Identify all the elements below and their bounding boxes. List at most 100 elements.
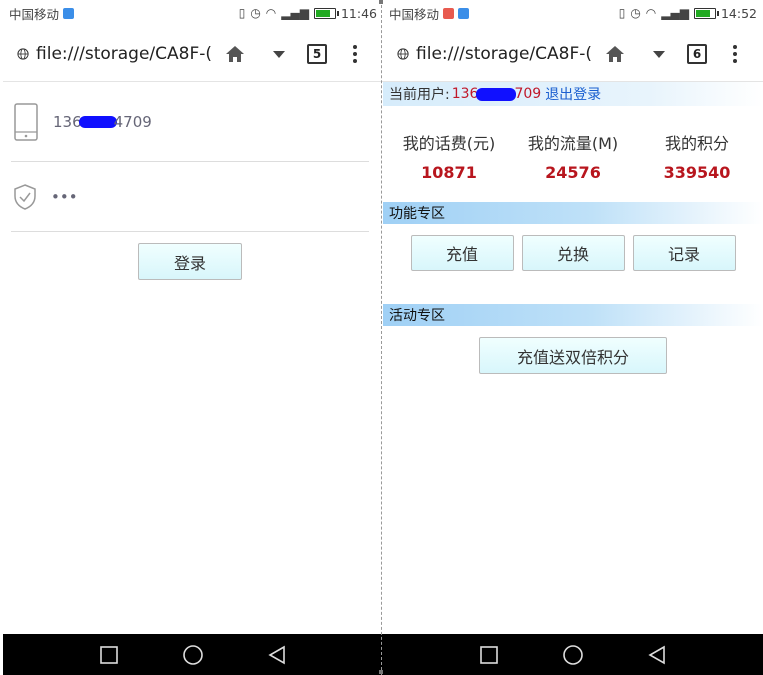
dropdown-button[interactable] bbox=[643, 38, 675, 70]
status-bar: 中国移动 ▯ ◷ ◠ ▂▄▆ 11:46 bbox=[3, 0, 383, 26]
home-icon bbox=[606, 45, 624, 62]
logout-link[interactable]: 退出登录 bbox=[545, 84, 601, 104]
home-icon bbox=[226, 45, 244, 62]
stat-label: 我的话费(元) bbox=[402, 134, 496, 153]
promo-row: 充值送双倍积分 bbox=[383, 326, 763, 374]
dropdown-button[interactable] bbox=[263, 38, 295, 70]
status-bar: 中国移动 ▯ ◷ ◠ ▂▄▆ 14:52 bbox=[383, 0, 763, 26]
battery-icon bbox=[313, 7, 339, 19]
carrier-name: 中国移动 bbox=[9, 6, 60, 22]
stat-label: 我的积分 bbox=[664, 134, 729, 153]
clock: 11:46 bbox=[340, 5, 377, 21]
nav-home-button[interactable] bbox=[562, 644, 584, 666]
address-bar[interactable]: file:///storage/CA8F-( bbox=[397, 44, 592, 64]
more-icon bbox=[353, 44, 357, 63]
phone-device-icon bbox=[14, 102, 38, 141]
stat-value: 10871 bbox=[421, 163, 477, 182]
stat-balance: 我的话费(元) 10871 bbox=[389, 130, 509, 182]
clock: 14:52 bbox=[720, 5, 757, 21]
account-stats: 我的话费(元) 10871 我的流量(M) 24576 我的积分 339540 bbox=[383, 106, 763, 182]
activity-section-header: 活动专区 bbox=[383, 304, 763, 326]
carrier: 中国移动 bbox=[9, 4, 75, 23]
wifi-icon: ◠ bbox=[645, 6, 657, 20]
double-points-promo-button[interactable]: 充值送双倍积分 bbox=[479, 337, 667, 374]
menu-button[interactable] bbox=[339, 38, 371, 70]
login-button[interactable]: 登录 bbox=[138, 243, 242, 280]
phone-suffix: 709 bbox=[514, 86, 542, 102]
phone-prefix: 136 bbox=[53, 112, 82, 131]
shield-check-icon bbox=[14, 183, 36, 210]
screenshot-divider bbox=[381, 0, 382, 675]
stat-data: 我的流量(M) 24576 bbox=[513, 130, 633, 182]
stat-value: 339540 bbox=[663, 163, 731, 182]
wifi-icon: ◠ bbox=[265, 6, 277, 20]
nav-home-button[interactable] bbox=[182, 644, 204, 666]
alarm-icon: ◷ bbox=[250, 6, 261, 20]
current-user-phone: 136 709 bbox=[452, 86, 541, 102]
redaction-mark bbox=[476, 87, 517, 101]
home-button[interactable] bbox=[219, 38, 251, 70]
nav-home-icon bbox=[183, 644, 203, 665]
function-buttons: 充值 兑换 记录 bbox=[383, 224, 763, 304]
current-user-label: 当前用户: bbox=[389, 87, 450, 103]
navigation-bar bbox=[3, 634, 383, 675]
browser-toolbar: file:///storage/CA8F-( 5 bbox=[3, 26, 383, 82]
records-button[interactable]: 记录 bbox=[632, 235, 736, 271]
phone-suffix: 4709 bbox=[113, 112, 152, 131]
status-icons: ▯ ◷ ◠ ▂▄▆ 11:46 bbox=[239, 6, 377, 21]
stat-label: 我的流量(M) bbox=[527, 134, 619, 153]
account-screen: 中国移动 ▯ ◷ ◠ ▂▄▆ 14:52 file:///storage/CA8… bbox=[383, 0, 763, 675]
url-text: file:///storage/CA8F-( bbox=[36, 43, 212, 64]
vibrate-icon: ▯ bbox=[618, 6, 626, 20]
stat-value: 24576 bbox=[545, 163, 601, 182]
carrier-name: 中国移动 bbox=[389, 6, 440, 22]
nav-recent-icon bbox=[480, 645, 498, 664]
navigation-bar bbox=[383, 634, 763, 675]
menu-button[interactable] bbox=[719, 38, 751, 70]
nav-recent-button[interactable] bbox=[478, 644, 500, 666]
recharge-button[interactable]: 充值 bbox=[410, 235, 514, 271]
exchange-button[interactable]: 兑换 bbox=[521, 235, 625, 271]
redaction-mark bbox=[78, 116, 117, 128]
alarm-icon: ◷ bbox=[630, 6, 641, 20]
dropdown-icon bbox=[273, 50, 285, 58]
globe-icon bbox=[397, 47, 409, 60]
password-value[interactable]: ••• bbox=[51, 188, 78, 206]
battery-icon bbox=[693, 7, 719, 19]
phone-value[interactable]: 136 4709 bbox=[53, 113, 152, 131]
nav-back-icon bbox=[268, 645, 285, 664]
vibrate-icon: ▯ bbox=[238, 6, 246, 20]
globe-icon bbox=[17, 47, 29, 60]
current-user-bar: 当前用户: 136 709 退出登录 bbox=[383, 82, 763, 106]
phone-field[interactable]: 136 4709 bbox=[11, 82, 369, 162]
password-field[interactable]: ••• bbox=[11, 162, 369, 232]
login-screen: 中国移动 ▯ ◷ ◠ ▂▄▆ 11:46 file:///storage/CA8… bbox=[3, 0, 383, 675]
address-bar[interactable]: file:///storage/CA8F-( bbox=[17, 44, 212, 64]
more-icon bbox=[733, 44, 737, 63]
browser-toolbar: file:///storage/CA8F-( 6 bbox=[383, 26, 763, 82]
app-notification-icon bbox=[443, 7, 455, 19]
nav-home-icon bbox=[563, 644, 583, 665]
signal-icon: ▂▄▆ bbox=[661, 6, 689, 20]
notification-icon bbox=[458, 7, 470, 19]
tab-switcher[interactable]: 6 bbox=[687, 43, 707, 64]
stat-points: 我的积分 339540 bbox=[637, 130, 757, 182]
toolbar-actions: 5 bbox=[219, 38, 371, 70]
status-icons: ▯ ◷ ◠ ▂▄▆ 14:52 bbox=[619, 6, 757, 21]
nav-back-button[interactable] bbox=[266, 644, 288, 666]
function-section-header: 功能专区 bbox=[383, 202, 763, 224]
toolbar-actions: 6 bbox=[599, 38, 751, 70]
nav-recent-button[interactable] bbox=[98, 644, 120, 666]
url-text: file:///storage/CA8F-( bbox=[416, 43, 592, 64]
signal-icon: ▂▄▆ bbox=[281, 6, 309, 20]
nav-recent-icon bbox=[100, 645, 118, 664]
notification-icon bbox=[63, 7, 75, 19]
phone-prefix: 136 bbox=[451, 86, 479, 102]
tab-switcher[interactable]: 5 bbox=[307, 43, 327, 64]
nav-back-button[interactable] bbox=[646, 644, 668, 666]
login-form: 136 4709 ••• 登录 bbox=[3, 82, 383, 280]
carrier: 中国移动 bbox=[389, 4, 470, 23]
dual-screenshot: 中国移动 ▯ ◷ ◠ ▂▄▆ 11:46 file:///storage/CA8… bbox=[0, 0, 763, 675]
nav-back-icon bbox=[648, 645, 665, 664]
home-button[interactable] bbox=[599, 38, 631, 70]
